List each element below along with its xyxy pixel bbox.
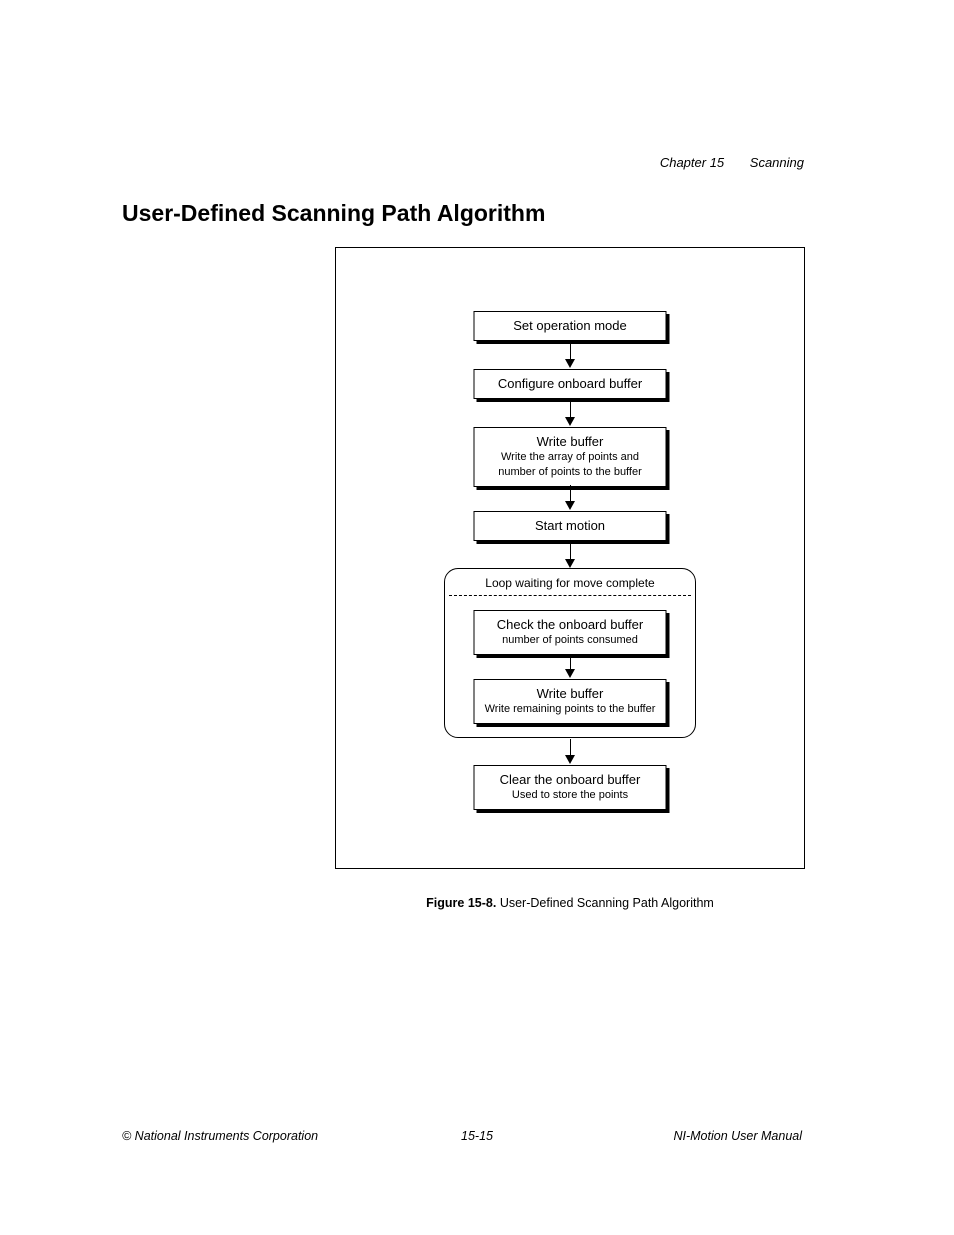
flow-node-configure-buffer: Configure onboard buffer bbox=[474, 369, 667, 399]
arrow-icon bbox=[565, 401, 575, 426]
node-subtext: Write the array of points and bbox=[479, 451, 662, 465]
figure-frame: Set operation mode Configure onboard buf… bbox=[335, 247, 805, 869]
page: Chapter 15 Scanning User-Defined Scannin… bbox=[0, 0, 954, 1235]
loop-divider bbox=[449, 595, 691, 596]
node-title: Clear the onboard buffer bbox=[479, 772, 662, 788]
node-title: Set operation mode bbox=[479, 318, 662, 334]
flow-node-clear-buffer: Clear the onboard buffer Used to store t… bbox=[474, 765, 667, 810]
loop-label: Loop waiting for move complete bbox=[445, 576, 695, 590]
flow-node-write-buffer-remaining: Write buffer Write remaining points to t… bbox=[474, 679, 667, 724]
section-heading: User-Defined Scanning Path Algorithm bbox=[122, 200, 545, 227]
node-title: Write buffer bbox=[479, 686, 662, 702]
flow-node-check-buffer: Check the onboard buffer number of point… bbox=[474, 610, 667, 655]
flow-node-start-motion: Start motion bbox=[474, 511, 667, 541]
flow-node-write-buffer-initial: Write buffer Write the array of points a… bbox=[474, 427, 667, 487]
arrow-icon bbox=[565, 543, 575, 568]
node-title: Configure onboard buffer bbox=[479, 376, 662, 392]
footer-manual-title: NI-Motion User Manual bbox=[673, 1129, 802, 1143]
arrow-icon bbox=[565, 343, 575, 368]
node-subtext: number of points consumed bbox=[479, 634, 662, 648]
figure-caption: Figure 15-8. User-Defined Scanning Path … bbox=[335, 896, 805, 910]
node-title: Check the onboard buffer bbox=[479, 617, 662, 633]
arrow-icon bbox=[565, 655, 575, 678]
caption-text: User-Defined Scanning Path Algorithm bbox=[496, 896, 713, 910]
arrow-icon bbox=[565, 485, 575, 510]
node-title: Write buffer bbox=[479, 434, 662, 450]
header-chapter: Chapter 15 bbox=[660, 155, 724, 170]
header-title: Scanning bbox=[750, 155, 804, 170]
flow-node-set-operation-mode: Set operation mode bbox=[474, 311, 667, 341]
node-subtext: Used to store the points bbox=[479, 789, 662, 803]
arrow-icon bbox=[565, 739, 575, 764]
node-subtext: number of points to the buffer bbox=[479, 466, 662, 480]
caption-label: Figure 15-8. bbox=[426, 896, 496, 910]
running-header: Chapter 15 Scanning bbox=[660, 155, 804, 170]
node-title: Start motion bbox=[479, 518, 662, 534]
node-subtext: Write remaining points to the buffer bbox=[479, 703, 662, 717]
